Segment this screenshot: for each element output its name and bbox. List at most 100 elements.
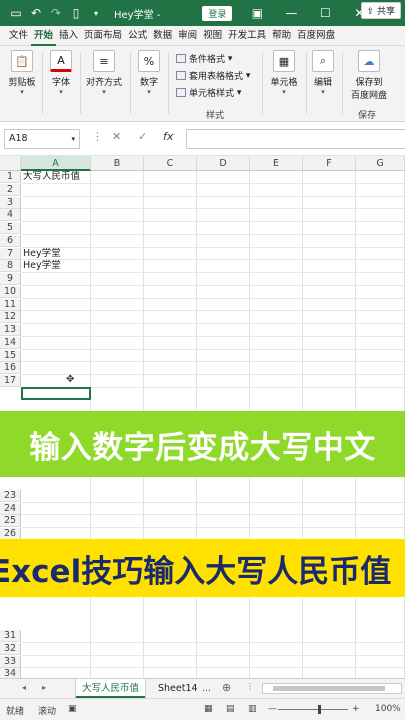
file-icon[interactable]: ▯ xyxy=(66,0,86,26)
cloud-icon: ☁ xyxy=(358,50,380,72)
column-header-e[interactable]: E xyxy=(250,156,303,171)
confirm-icon[interactable]: ✓ xyxy=(138,130,147,143)
chevron-down-icon[interactable]: ▾ xyxy=(71,130,75,148)
cell-a7[interactable]: Hey学堂 xyxy=(23,248,61,260)
scrollbar-thumb[interactable] xyxy=(273,686,385,691)
maximize-icon[interactable]: ☐ xyxy=(308,6,342,20)
align-icon: ≡ xyxy=(93,50,115,72)
row-header-3[interactable]: 3 xyxy=(0,196,21,209)
tab-8[interactable]: 开发工具 xyxy=(225,26,269,46)
name-box[interactable]: A18 ▾ xyxy=(4,129,80,149)
tab-3[interactable]: 页面布局 xyxy=(81,26,125,46)
select-all-corner[interactable] xyxy=(0,156,21,171)
cells-button[interactable]: ▦ 单元格 ▾ xyxy=(266,50,302,96)
row-header-13[interactable]: 13 xyxy=(0,324,21,336)
next-sheet-icon[interactable]: ▸ xyxy=(42,683,46,692)
tab-1[interactable]: 开始 xyxy=(31,26,57,46)
row-header-8[interactable]: 8 xyxy=(0,260,21,273)
column-header-a[interactable]: A xyxy=(21,156,91,171)
row-header-10[interactable]: 10 xyxy=(0,285,21,298)
undo-icon[interactable]: ↶ xyxy=(26,0,46,26)
row-header-12[interactable]: 12 xyxy=(0,311,21,324)
prev-sheet-icon[interactable]: ◂ xyxy=(22,683,26,692)
tab-9[interactable]: 帮助 xyxy=(269,26,294,46)
cell-a8[interactable]: Hey学堂 xyxy=(23,260,61,272)
cell-a1[interactable]: 大写人民币值 xyxy=(23,171,80,183)
add-sheet-icon[interactable]: ⊕ xyxy=(222,681,231,694)
row-header-23[interactable]: 23 xyxy=(0,489,21,502)
selected-cell-a18[interactable] xyxy=(21,386,91,400)
zoom-slider[interactable] xyxy=(278,709,348,710)
column-header-f[interactable]: F xyxy=(303,156,356,171)
gridline xyxy=(21,310,405,312)
minimize-icon[interactable]: — xyxy=(274,6,308,20)
redo-icon[interactable]: ↷ xyxy=(46,0,66,26)
status-ready: 就绪 xyxy=(6,707,25,717)
column-header-d[interactable]: D xyxy=(197,156,250,171)
clipboard-button[interactable]: 📋 剪贴板 ▾ xyxy=(6,50,38,96)
sheet-tab-active[interactable]: 大写人民币值 xyxy=(76,679,146,698)
page-layout-icon[interactable]: ▤ xyxy=(226,704,235,714)
share-button[interactable]: ⇪ 共享 xyxy=(360,2,401,19)
save-to-label: 保存到 xyxy=(355,78,383,88)
row-header-31[interactable]: 31 xyxy=(0,630,21,642)
row-header-14[interactable]: 14 xyxy=(0,336,21,349)
row-header-15[interactable]: 15 xyxy=(0,349,21,362)
normal-view-icon[interactable]: ▦ xyxy=(204,704,213,714)
row-header-33[interactable]: 33 xyxy=(0,655,21,668)
column-header-b[interactable]: B xyxy=(91,156,144,171)
row-header-17[interactable]: 17 xyxy=(0,375,21,387)
gridline xyxy=(21,361,405,363)
cancel-icon[interactable]: ✕ xyxy=(112,130,121,143)
alignment-label: 对齐方式 xyxy=(85,78,122,88)
alignment-button[interactable]: ≡ 对齐方式 ▾ xyxy=(84,50,124,96)
save-icon[interactable]: ▭ xyxy=(6,0,26,26)
row-header-2[interactable]: 2 xyxy=(0,183,21,196)
function-icon[interactable]: fx xyxy=(163,130,173,143)
row-header-24[interactable]: 24 xyxy=(0,502,21,515)
ribbon-display-icon[interactable]: ▣ xyxy=(240,6,274,20)
tab-4[interactable]: 公式 xyxy=(125,26,150,46)
row-header-11[interactable]: 11 xyxy=(0,298,21,311)
zoom-out-icon[interactable]: — xyxy=(268,704,277,714)
font-button[interactable]: A 字体 ▾ xyxy=(48,50,74,96)
formula-input[interactable] xyxy=(186,129,405,149)
macro-record-icon[interactable]: ▣ xyxy=(68,704,77,714)
more-sheets[interactable]: ... xyxy=(196,679,217,698)
dropdown-icon[interactable]: ▾ xyxy=(86,0,106,26)
row-header-9[interactable]: 9 xyxy=(0,273,21,285)
tab-0[interactable]: 文件 xyxy=(6,26,31,46)
row-header-25[interactable]: 25 xyxy=(0,515,21,528)
cell-style-button[interactable]: 单元格样式 ▾ xyxy=(176,86,241,99)
save-to-baidu-button[interactable]: ☁ 保存到 百度网盘 xyxy=(348,50,390,101)
tab-7[interactable]: 视图 xyxy=(200,26,225,46)
column-header-c[interactable]: C xyxy=(144,156,197,171)
row-header-5[interactable]: 5 xyxy=(0,222,21,234)
tab-6[interactable]: 审阅 xyxy=(175,26,200,46)
tab-10[interactable]: 百度网盘 xyxy=(294,26,338,46)
column-header-g[interactable]: G xyxy=(356,156,405,171)
row-header-6[interactable]: 6 xyxy=(0,234,21,247)
options-icon[interactable]: ⋮ xyxy=(246,682,254,691)
edit-button[interactable]: ⌕ 编辑 ▾ xyxy=(310,50,336,96)
login-button[interactable]: 登录 xyxy=(202,5,233,21)
sheet-tab-bar: ◂ ▸ 大写人民币值 Sheet14 ... ⊕ ⋮ xyxy=(0,678,405,698)
conditional-format-button[interactable]: 条件格式 ▾ xyxy=(176,52,232,65)
zoom-level[interactable]: 100% xyxy=(375,704,401,714)
horizontal-scrollbar[interactable] xyxy=(262,683,402,694)
row-header-34[interactable]: 34 xyxy=(0,668,21,678)
tab-2[interactable]: 插入 xyxy=(56,26,81,46)
zoom-slider-knob[interactable] xyxy=(318,705,321,714)
ribbon-tabs: 文件 开始 插入 页面布局 公式 数据 审阅 视图 开发工具 帮助 百度网盘 xyxy=(0,26,405,46)
row-header-32[interactable]: 32 xyxy=(0,642,21,655)
tab-5[interactable]: 数据 xyxy=(150,26,175,46)
row-header-4[interactable]: 4 xyxy=(0,209,21,222)
table-format-button[interactable]: 套用表格格式 ▾ xyxy=(176,69,250,82)
row-header-1[interactable]: 1 xyxy=(0,171,21,183)
row-header-7[interactable]: 7 xyxy=(0,247,21,260)
zoom-in-icon[interactable]: + xyxy=(352,704,360,714)
conditional-format-icon xyxy=(176,54,186,63)
page-break-icon[interactable]: ▥ xyxy=(248,704,257,714)
row-header-16[interactable]: 16 xyxy=(0,362,21,375)
number-button[interactable]: % 数字 ▾ xyxy=(136,50,162,96)
